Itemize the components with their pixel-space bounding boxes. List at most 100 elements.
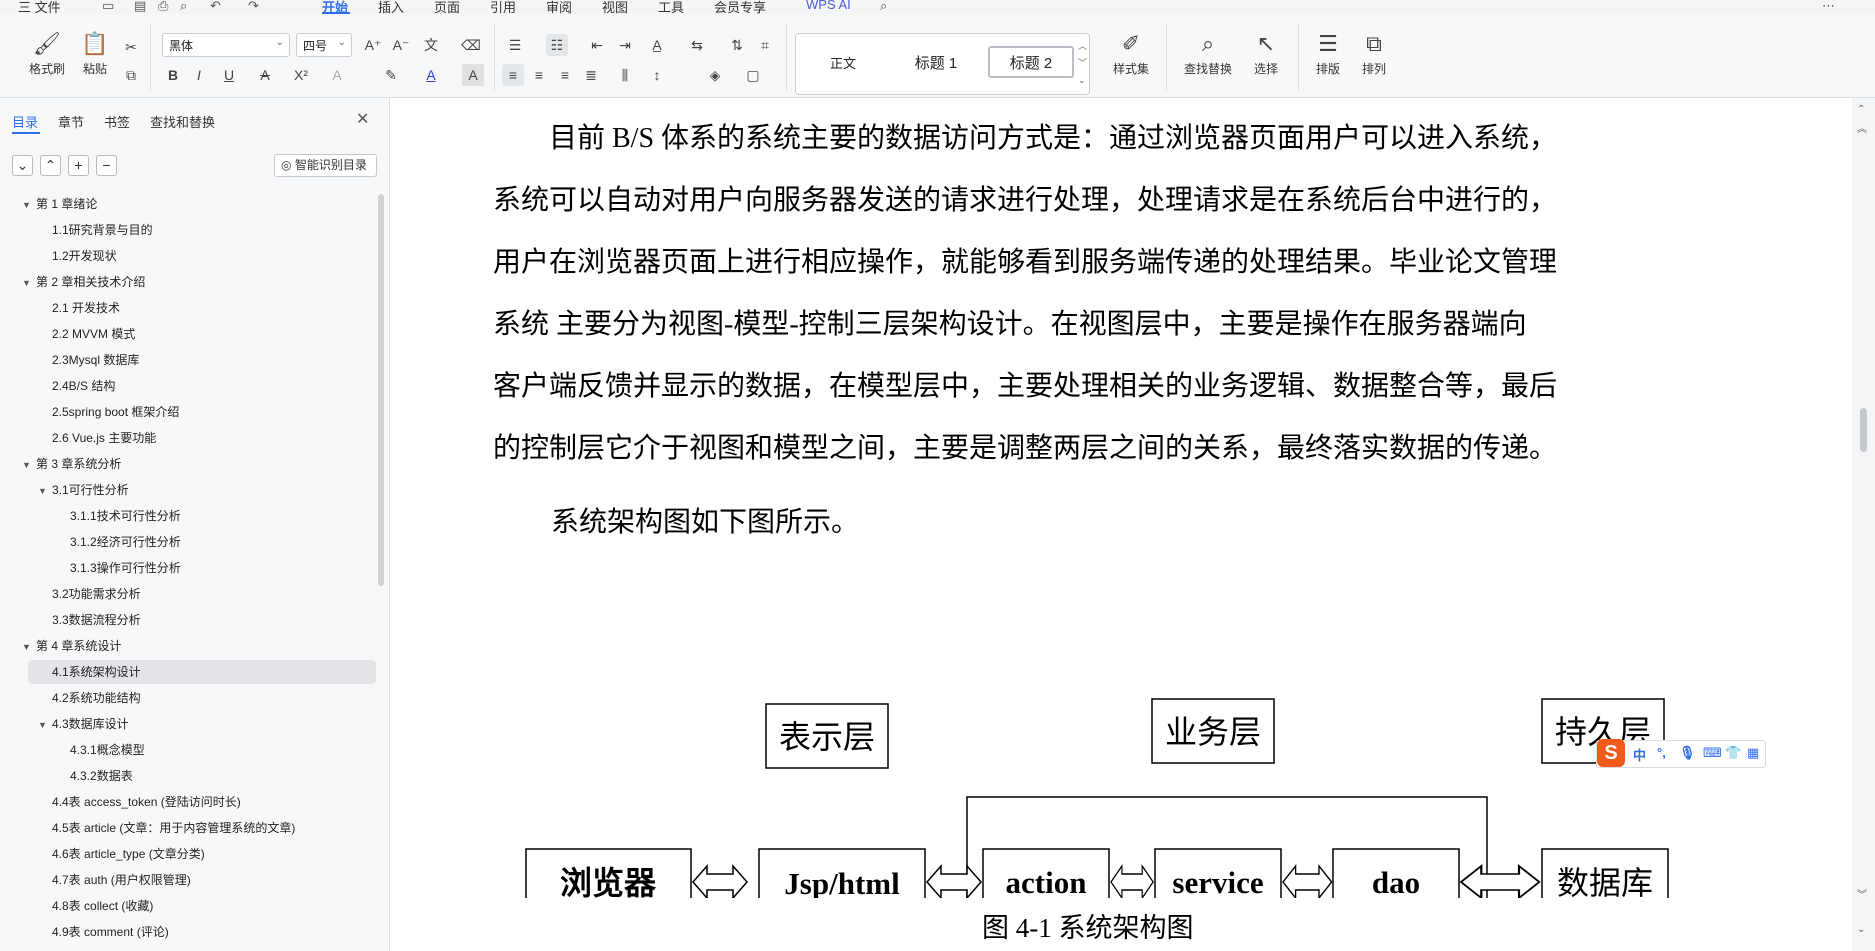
caret-down-icon[interactable]: ▼ bbox=[22, 271, 36, 295]
cut-icon[interactable]: ✂ bbox=[120, 36, 142, 58]
ime-toolbar[interactable]: S 中 °, 🎙 ⌨ 👕 ▦ bbox=[1596, 739, 1766, 768]
tab-chapters[interactable]: 章节 bbox=[58, 112, 84, 131]
search-icon[interactable]: ⌕ bbox=[880, 0, 887, 14]
toc-item[interactable]: 4.5表 article (文章：用于内容管理系统的文章) bbox=[38, 816, 295, 840]
strikethrough-icon[interactable]: A bbox=[254, 64, 276, 86]
toc-item[interactable]: 2.6 Vue.js 主要功能 bbox=[38, 426, 156, 450]
italic-icon[interactable]: I bbox=[188, 64, 210, 86]
expand-down-button[interactable]: ⌄ bbox=[12, 155, 33, 176]
phonetic-guide-icon[interactable]: 文 bbox=[420, 34, 442, 56]
font-color-icon[interactable]: A bbox=[420, 64, 442, 86]
font-name-combo[interactable]: 黑体 ⌄ bbox=[162, 33, 290, 57]
toc-item[interactable]: 2.1 开发技术 bbox=[38, 296, 120, 320]
toc-item[interactable]: ▼ 第 3 章系统分析 bbox=[22, 452, 121, 476]
add-heading-button[interactable]: + bbox=[68, 155, 89, 176]
punctuation-icon[interactable]: °, bbox=[1657, 745, 1666, 760]
print-preview-icon[interactable]: ⌕ bbox=[180, 0, 187, 14]
tab-references[interactable]: 引用 bbox=[490, 0, 516, 14]
toc-item[interactable]: 4.4表 access_token (登陆访问时长) bbox=[38, 790, 241, 814]
align-left-icon[interactable]: ≡ bbox=[502, 64, 524, 86]
keyboard-icon[interactable]: ⌨ bbox=[1703, 745, 1722, 761]
toc-item[interactable]: 3.1.2经济可行性分析 bbox=[56, 530, 181, 554]
scroll-thumb[interactable] bbox=[1860, 408, 1867, 452]
toc-item[interactable]: ▼ 4.3数据库设计 bbox=[38, 712, 129, 736]
remove-heading-button[interactable]: − bbox=[96, 155, 117, 176]
toc-item[interactable]: 3.2功能需求分析 bbox=[38, 582, 141, 606]
toc-item[interactable]: 2.2 MVVM 模式 bbox=[38, 322, 135, 346]
skin-icon[interactable]: 👕 bbox=[1725, 745, 1741, 761]
toc-item[interactable]: 3.1.3操作可行性分析 bbox=[56, 556, 181, 580]
tab-tools[interactable]: 工具 bbox=[658, 0, 684, 14]
caret-down-icon[interactable]: ▼ bbox=[22, 635, 36, 659]
document-page[interactable]: 目前 B/S 体系的系统主要的数据访问方式是：通过浏览器页面用户可以进入系统， 系… bbox=[391, 98, 1852, 951]
microphone-icon[interactable]: 🎙 bbox=[1679, 745, 1696, 761]
shrink-font-icon[interactable]: A⁻ bbox=[390, 34, 412, 56]
bullet-list-icon[interactable]: ☰ bbox=[504, 34, 526, 56]
style-set-button[interactable]: ✐ 样式集 bbox=[1106, 30, 1156, 77]
caret-down-icon[interactable]: ▼ bbox=[38, 479, 52, 503]
caret-down-icon[interactable]: ▼ bbox=[22, 193, 36, 217]
scroll-down-double-icon[interactable]: ︾ bbox=[1857, 886, 1867, 901]
text-direction-icon[interactable]: A̲ bbox=[646, 34, 668, 56]
line-spacing-icon[interactable]: ↕ bbox=[646, 64, 668, 86]
scroll-up-double-icon[interactable]: ︽ bbox=[1857, 120, 1867, 135]
copy-icon[interactable]: ⧉ bbox=[120, 64, 142, 86]
export-pdf-icon[interactable]: ▤ bbox=[134, 0, 146, 14]
toc-item[interactable]: ▼ 第 1 章绪论 bbox=[22, 192, 97, 216]
ime-mode[interactable]: 中 bbox=[1633, 745, 1646, 764]
tab-view[interactable]: 视图 bbox=[602, 0, 628, 14]
tab-insert[interactable]: 插入 bbox=[378, 0, 404, 14]
caret-down-icon[interactable]: ▼ bbox=[38, 713, 52, 737]
caret-down-icon[interactable]: ▼ bbox=[22, 453, 36, 477]
format-painter-button[interactable]: 🖌 格式刷 bbox=[24, 30, 70, 77]
paste-button[interactable]: 📋 粘贴 bbox=[72, 30, 118, 77]
grow-font-icon[interactable]: A⁺ bbox=[362, 34, 384, 56]
justify-icon[interactable]: ≣ bbox=[580, 64, 602, 86]
save-icon[interactable]: ▭ bbox=[102, 0, 114, 14]
select-button[interactable]: ↖ 选择 bbox=[1244, 30, 1288, 77]
print-icon[interactable]: ⎙ bbox=[158, 0, 168, 14]
sort-icon[interactable]: ⇅ bbox=[726, 34, 748, 56]
distributed-align-icon[interactable]: ⫼ bbox=[614, 64, 636, 86]
sogou-logo-icon[interactable]: S bbox=[1597, 739, 1625, 767]
smart-toc-button[interactable]: ◎ 智能识别目录 bbox=[274, 154, 377, 177]
toc-item[interactable]: 4.9表 comment (评论) bbox=[38, 920, 169, 944]
tab-find-replace[interactable]: 查找和替换 bbox=[150, 112, 215, 131]
vertical-scrollbar[interactable]: ⌃ ︽ ︾ ⌄ bbox=[1852, 98, 1875, 951]
toc-item[interactable]: ▼ 第 4 章系统设计 bbox=[22, 634, 121, 658]
highlight-icon[interactable]: ✎ bbox=[380, 64, 402, 86]
scroll-down-icon[interactable]: ⌄ bbox=[1857, 924, 1865, 935]
wps-ai-button[interactable]: WPS AI bbox=[806, 0, 851, 12]
collapse-up-button[interactable]: ⌃ bbox=[40, 155, 61, 176]
toc-item[interactable]: 3.3数据流程分析 bbox=[38, 608, 141, 632]
layout-button[interactable]: ☰ 排版 bbox=[1306, 30, 1350, 77]
tab-member[interactable]: 会员专享 bbox=[714, 0, 766, 14]
redo-icon[interactable]: ↷ bbox=[248, 0, 259, 14]
numbered-list-icon[interactable]: ☷ bbox=[546, 34, 568, 56]
underline-icon[interactable]: U bbox=[218, 64, 240, 86]
toc-item[interactable]: 4.7表 auth (用户权限管理) bbox=[38, 868, 191, 892]
tab-page[interactable]: 页面 bbox=[434, 0, 460, 14]
tab-toc[interactable]: 目录 bbox=[12, 112, 38, 131]
char-shading-icon[interactable]: A bbox=[462, 64, 484, 86]
scroll-up-icon[interactable]: ⌃ bbox=[1857, 104, 1865, 115]
toc-item[interactable]: 4.6表 article_type (文章分类) bbox=[38, 842, 205, 866]
tab-review[interactable]: 审阅 bbox=[546, 0, 572, 14]
style-heading-1[interactable]: 标题 1 bbox=[896, 48, 976, 80]
style-normal[interactable]: 正文 bbox=[808, 48, 878, 80]
superscript-icon[interactable]: X² bbox=[290, 64, 312, 86]
toc-item[interactable]: 1.1研究背景与目的 bbox=[38, 218, 153, 242]
close-icon[interactable]: ✕ bbox=[356, 109, 369, 129]
show-marks-icon[interactable]: ⌗ bbox=[754, 34, 776, 56]
shading-icon[interactable]: ◈ bbox=[704, 64, 726, 86]
line-spacing-swap-icon[interactable]: ⇆ bbox=[686, 34, 708, 56]
more-icon[interactable]: ⋯ bbox=[1822, 0, 1835, 14]
nav-scrollbar[interactable] bbox=[378, 194, 384, 586]
decrease-indent-icon[interactable]: ⇤ bbox=[586, 34, 608, 56]
toc-item[interactable]: 3.1.1技术可行性分析 bbox=[56, 504, 181, 528]
clear-format-icon[interactable]: ⌫ bbox=[460, 34, 482, 56]
toc-item[interactable]: 4.1系统架构设计 bbox=[38, 660, 141, 684]
toc-item[interactable]: 2.5spring boot 框架介绍 bbox=[38, 400, 179, 424]
toolbox-icon[interactable]: ▦ bbox=[1747, 745, 1759, 761]
arrange-button[interactable]: ⧉ 排列 bbox=[1352, 30, 1396, 77]
